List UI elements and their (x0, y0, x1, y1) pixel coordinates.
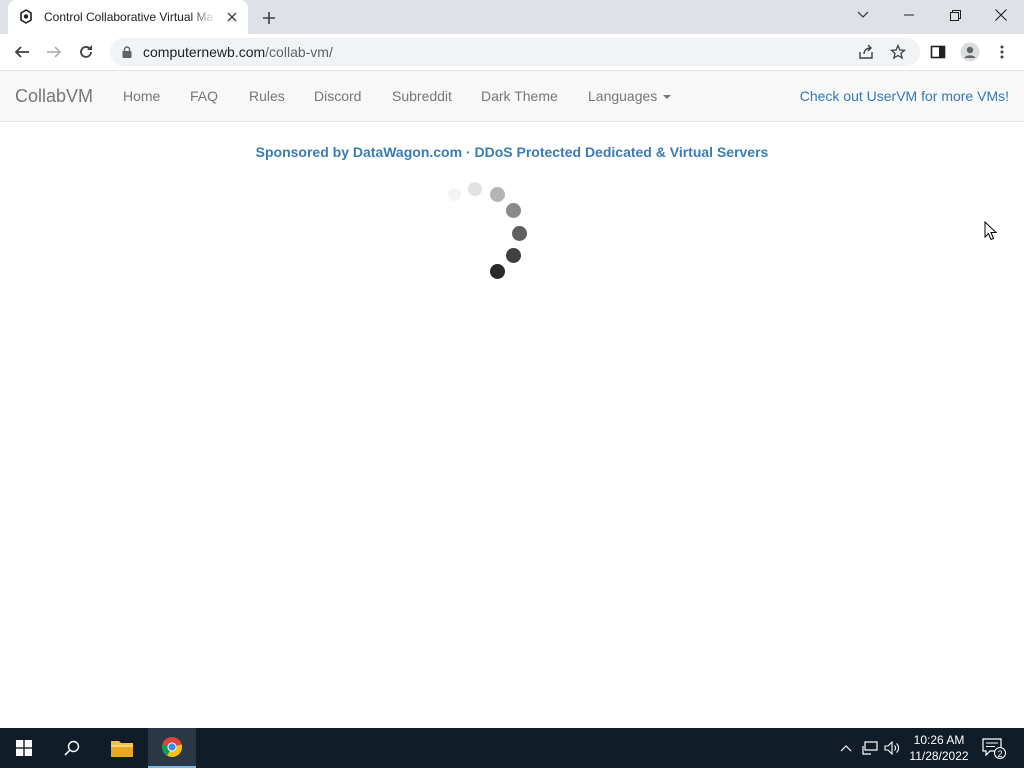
menu-kebab-icon[interactable] (990, 40, 1014, 64)
collabvm-favicon-icon (18, 9, 34, 25)
spinner-dot (490, 264, 505, 279)
tab-close-icon[interactable] (224, 9, 240, 25)
url-text: computernewb.com/collab-vm/ (143, 44, 333, 60)
browser-tab[interactable]: Control Collaborative Virtual Machines! (8, 0, 248, 34)
search-icon[interactable] (48, 728, 96, 768)
nav-home[interactable]: Home (123, 88, 160, 104)
spinner-dot (506, 203, 521, 218)
side-panel-icon[interactable] (926, 40, 950, 64)
chrome-taskbar-icon[interactable] (148, 728, 196, 768)
uservm-link[interactable]: Check out UserVM for more VMs! (800, 88, 1009, 104)
network-icon[interactable] (862, 740, 878, 756)
address-bar[interactable]: computernewb.com/collab-vm/ (110, 38, 920, 66)
browser-toolbar: computernewb.com/collab-vm/ (0, 34, 1024, 71)
spinner-dot (468, 182, 482, 196)
lock-icon[interactable] (121, 45, 133, 59)
forward-arrow-icon[interactable] (42, 40, 66, 64)
spinner-dot (512, 226, 527, 241)
url-path: /collab-vm/ (265, 44, 333, 60)
file-explorer-icon[interactable] (98, 728, 146, 768)
close-window-button[interactable] (978, 0, 1024, 30)
spinner-dot (490, 187, 505, 202)
nav-faq[interactable]: FAQ (190, 88, 218, 104)
mouse-pointer-icon (984, 220, 998, 246)
action-center-icon[interactable]: 2 (982, 738, 1006, 759)
sponsor-banner[interactable]: Sponsored by DataWagon.com · DDoS Protec… (0, 144, 1024, 160)
share-icon[interactable] (856, 42, 876, 62)
reload-icon[interactable] (74, 40, 98, 64)
tab-title: Control Collaborative Virtual Machines! (44, 10, 216, 24)
windows-start-icon[interactable] (0, 728, 48, 768)
clock-time: 10:26 AM (913, 733, 965, 747)
nav-dark-theme[interactable]: Dark Theme (481, 88, 558, 104)
site-brand[interactable]: CollabVM (15, 86, 93, 107)
tab-search-chevron-icon[interactable] (840, 0, 886, 30)
nav-languages-dropdown[interactable]: Languages (588, 88, 672, 104)
bookmark-star-icon[interactable] (888, 42, 908, 62)
notification-count-badge: 2 (994, 747, 1006, 759)
profile-avatar-icon[interactable] (958, 40, 982, 64)
browser-tab-strip: Control Collaborative Virtual Machines! (0, 0, 1024, 34)
restore-button[interactable] (932, 0, 978, 30)
spinner-dot (448, 188, 461, 201)
caret-down-icon (663, 95, 672, 100)
nav-subreddit[interactable]: Subreddit (392, 88, 452, 104)
windows-taskbar: 10:26 AM 11/28/2022 2 (0, 728, 1024, 768)
new-tab-button[interactable] (258, 7, 280, 29)
nav-languages-label: Languages (588, 88, 658, 104)
nav-rules[interactable]: Rules (249, 88, 285, 104)
url-host: computernewb.com (143, 44, 266, 60)
spinner-dot (506, 248, 521, 263)
site-navbar: CollabVM Home FAQ Rules Discord Subreddi… (0, 71, 1024, 122)
minimize-button[interactable] (886, 0, 932, 30)
taskbar-clock[interactable]: 10:26 AM 11/28/2022 (904, 732, 974, 764)
back-arrow-icon[interactable] (10, 40, 34, 64)
clock-date: 11/28/2022 (909, 749, 969, 763)
nav-discord[interactable]: Discord (314, 88, 361, 104)
tray-chevron-up-icon[interactable] (838, 740, 854, 756)
volume-icon[interactable] (884, 740, 900, 756)
